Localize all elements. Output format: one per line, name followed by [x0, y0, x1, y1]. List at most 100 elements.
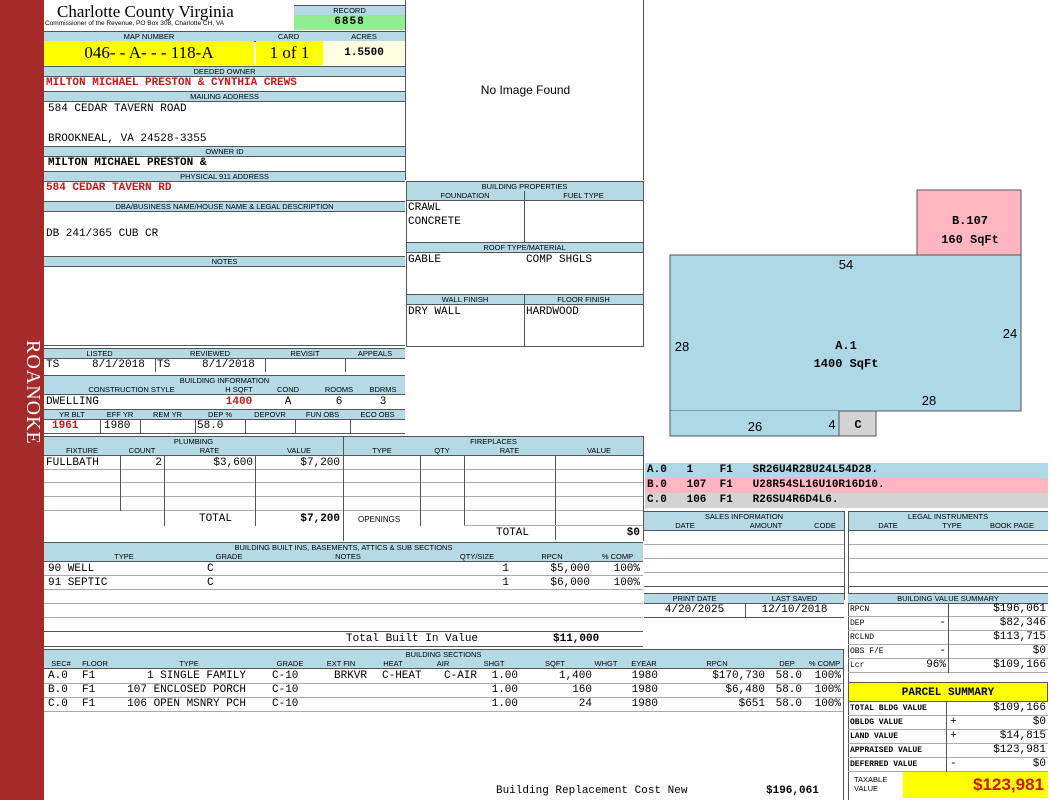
reviewed-label: REVIEWED	[155, 348, 265, 359]
sketch-code-c: C.0 106 F1 R26SU4R6D4L6.	[645, 493, 1048, 508]
cond-label: COND	[259, 385, 317, 395]
legal-col-date: DATE	[848, 521, 928, 531]
bdrms-label: BDRMS	[361, 385, 405, 395]
heated-sqft: 1400	[225, 396, 253, 408]
section-type: 107 ENCLOSED PORCH	[127, 684, 246, 696]
deeded-owner: MILTON MICHAEL PRESTON & CYNTHIA CREWS	[46, 77, 297, 89]
sections-col-1: FLOOR	[78, 659, 112, 669]
wall-finish-label: WALL FINISH	[406, 294, 524, 305]
construction-style: DWELLING	[46, 396, 99, 408]
builtins-col-rpcn: RPCN	[512, 552, 592, 562]
commissioner-text: Commissioner of the Revenue, PO Box 308,…	[45, 20, 225, 27]
section-eyear: 1980	[631, 684, 658, 696]
section-rpcn: $170,730	[712, 670, 765, 682]
section-grade: C-10	[272, 698, 299, 710]
listed-label: LISTED	[44, 348, 155, 359]
sections-col-6: AIR	[418, 659, 468, 669]
legal-description: DB 241/365 CUB CR	[46, 228, 159, 240]
taxable-label-line1: TAXABLE	[854, 775, 888, 784]
effective-year: 1980	[104, 420, 131, 432]
taxable-label-line2: VALUE	[854, 784, 879, 793]
parcel-summary-key: OBLDG VALUE	[850, 718, 903, 727]
ecoobs-label: ECO OBS	[350, 409, 405, 420]
builtin-rpcn-2: $6,000	[550, 577, 590, 589]
bedrooms: 3	[379, 396, 387, 408]
plumbing-col-count: COUNT	[120, 446, 164, 456]
section-type: 1 SINGLE FAMILY	[146, 670, 246, 682]
fireplace-col-type: TYPE	[344, 446, 420, 456]
sketch-dim-28-left: 28	[675, 339, 689, 354]
hsqft-label: H SQFT	[219, 385, 259, 395]
value-summary-sign: -	[939, 645, 946, 657]
value-summary-value: $196,061	[993, 603, 1046, 615]
builtins-col-comp: % COMP	[592, 552, 643, 562]
builtin-comp-2: 100%	[613, 577, 640, 589]
record-number: 6858	[294, 15, 405, 30]
physical-address-label: PHYSICAL 911 ADDRESS	[44, 171, 405, 182]
rooms: 6	[335, 396, 343, 408]
parcel-summary-sign: +	[950, 716, 957, 728]
taxable-label: TAXABLE VALUE	[850, 775, 902, 793]
wall-finish: DRY WALL	[408, 306, 461, 318]
sections-col-11: RPCN	[666, 659, 768, 669]
sketch-dim-24: 24	[1003, 326, 1017, 341]
builtin-grade-2: C	[207, 577, 214, 589]
section-sec: B.0	[48, 684, 68, 696]
builtin-qty-1: 1	[502, 563, 509, 575]
builtin-qty-2: 1	[502, 577, 509, 589]
plumbing-col-fixture: FIXTURE	[44, 446, 120, 456]
depreciation: 58.0	[197, 420, 224, 432]
reviewed-date: 8/1/2018	[202, 359, 255, 371]
section-grade: C-10	[272, 670, 299, 682]
section-ext: BRKVR	[334, 670, 368, 682]
photo-area: No Image Found	[405, 0, 644, 180]
reviewed-by: TS	[157, 359, 171, 371]
parcel-summary-value: $109,166	[993, 702, 1046, 714]
builtins-col-qty: QTY/SIZE	[442, 552, 512, 562]
section-type: 106 OPEN MSNRY PCH	[127, 698, 246, 710]
value-summary-value: $109,166	[993, 659, 1046, 671]
sketch-b-sqft: 160 SqFt	[941, 233, 999, 247]
owner-id: MILTON MICHAEL PRESTON &	[48, 157, 207, 169]
acres-value: 1.5500	[323, 41, 405, 65]
sketch-dim-54: 54	[839, 257, 853, 272]
sections-col-9: WHGT	[590, 659, 622, 669]
fireplace-openings-label: OPENINGS	[358, 515, 401, 524]
print-date: 4/20/2025	[664, 604, 725, 616]
parcel-summary-sign: -	[950, 758, 957, 770]
plumbing-fixture: FULLBATH	[46, 457, 99, 469]
sections-col-0: SEC#	[44, 659, 78, 669]
brc-value: $196,061	[766, 785, 819, 797]
year-built: 1961	[52, 420, 79, 432]
plumbing-count: 2	[155, 457, 162, 469]
legal-description-label: DBA/BUSINESS NAME/HOUSE NAME & LEGAL DES…	[44, 201, 405, 212]
section-eyear: 1980	[631, 698, 658, 710]
last-saved-label: LAST SAVED	[745, 593, 844, 604]
parcel-summary-key: TOTAL BLDG VALUE	[850, 704, 927, 713]
parcel-summary-key: DEFERRED VALUE	[850, 760, 918, 769]
section-eyear: 1980	[631, 670, 658, 682]
sketch-dim-4: 4	[828, 417, 835, 432]
value-summary-value: $82,346	[999, 617, 1046, 629]
sketch-code-b: B.0 107 F1 U28R54SL16U10R16D10.	[645, 478, 1048, 493]
builtins-col-grade: GRADE	[204, 552, 254, 562]
dep-label: DEP %	[195, 409, 245, 420]
plumbing-total: $7,200	[300, 513, 340, 525]
county-title: Charlotte County Virginia	[57, 2, 234, 21]
parcel-summary-sign: +	[950, 730, 957, 742]
remyr-label: REM YR	[140, 409, 195, 420]
section-comp: 100%	[814, 698, 841, 710]
sketch-b-label: B.107	[952, 214, 988, 228]
district-sidebar: ROANOKE	[0, 0, 44, 800]
value-summary-value: $113,715	[993, 631, 1046, 643]
yrblt-label: YR BLT	[44, 409, 100, 420]
parcel-summary-label: PARCEL SUMMARY	[848, 682, 1048, 702]
floor-finish: HARDWOOD	[526, 306, 579, 318]
plumbing-rate: $3,600	[213, 457, 253, 469]
mailing-address-label: MAILING ADDRESS	[44, 91, 405, 102]
print-date-label: PRINT DATE	[644, 593, 745, 604]
notes-box	[44, 266, 405, 346]
sections-col-8: SQFT	[520, 659, 590, 669]
sections-col-4: EXT FIN	[314, 659, 368, 669]
floor-finish-label: FLOOR FINISH	[524, 294, 643, 305]
